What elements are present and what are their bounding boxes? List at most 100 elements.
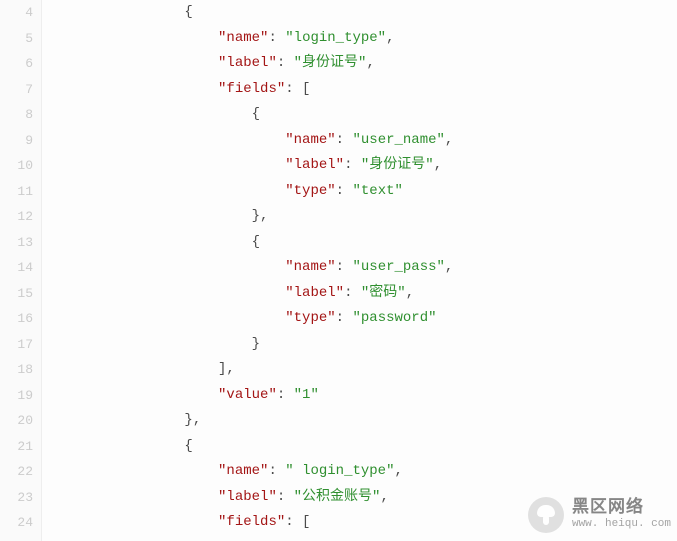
json-string: "1" <box>294 387 319 403</box>
json-punct: : <box>277 387 294 403</box>
json-key: "fields" <box>218 81 285 97</box>
code-line[interactable]: "name": "user_name", <box>50 128 677 154</box>
json-punct: }, <box>252 208 269 224</box>
line-number: 19 <box>0 383 33 409</box>
line-number: 14 <box>0 255 33 281</box>
code-line[interactable]: "type": "text" <box>50 179 677 205</box>
code-line[interactable]: { <box>50 0 677 26</box>
line-number: 13 <box>0 230 33 256</box>
code-line[interactable]: "name": "login_type", <box>50 26 677 52</box>
code-area[interactable]: { "name": "login_type", "label": "身份证号",… <box>50 0 677 536</box>
line-number: 6 <box>0 51 33 77</box>
json-key: "value" <box>218 387 277 403</box>
json-punct: : <box>277 489 294 505</box>
json-punct: { <box>184 438 192 454</box>
json-punct: : <box>336 259 353 275</box>
json-punct: { <box>252 234 260 250</box>
line-number: 23 <box>0 485 33 511</box>
code-line[interactable]: }, <box>50 408 677 434</box>
json-punct: , <box>366 55 374 71</box>
line-number: 9 <box>0 128 33 154</box>
code-line[interactable]: "fields": [ <box>50 77 677 103</box>
code-line[interactable]: "name": " login_type", <box>50 459 677 485</box>
json-punct: : <box>268 30 285 46</box>
json-punct: , <box>445 259 453 275</box>
json-key: "name" <box>285 132 335 148</box>
json-punct: , <box>380 489 388 505</box>
json-punct: }, <box>184 412 201 428</box>
code-line[interactable]: "label": "身份证号", <box>50 153 677 179</box>
json-key: "name" <box>285 259 335 275</box>
json-punct: , <box>386 30 394 46</box>
code-line[interactable]: { <box>50 102 677 128</box>
code-line[interactable]: "name": "user_pass", <box>50 255 677 281</box>
line-number: 20 <box>0 408 33 434</box>
json-punct: : <box>268 463 285 479</box>
json-key: "type" <box>285 310 335 326</box>
json-punct: { <box>252 106 260 122</box>
line-number-gutter: 456789101112131415161718192021222324 <box>0 0 42 541</box>
json-punct: : <box>344 285 361 301</box>
json-punct: : <box>336 132 353 148</box>
json-string: "密码" <box>361 285 406 301</box>
line-number: 16 <box>0 306 33 332</box>
json-punct: : [ <box>285 514 310 530</box>
code-line[interactable]: "value": "1" <box>50 383 677 409</box>
line-number: 8 <box>0 102 33 128</box>
json-string: "text" <box>352 183 402 199</box>
json-key: "type" <box>285 183 335 199</box>
watermark: 黑区网络 www. heiqu. com <box>528 497 671 533</box>
json-key: "label" <box>285 285 344 301</box>
line-number: 24 <box>0 510 33 536</box>
watermark-title: 黑区网络 <box>572 500 671 519</box>
line-number: 11 <box>0 179 33 205</box>
json-key: "label" <box>218 55 277 71</box>
code-line[interactable]: { <box>50 230 677 256</box>
line-number: 22 <box>0 459 33 485</box>
code-line[interactable]: ], <box>50 357 677 383</box>
json-key: "label" <box>218 489 277 505</box>
json-key: "fields" <box>218 514 285 530</box>
json-punct: : [ <box>285 81 310 97</box>
json-punct: , <box>445 132 453 148</box>
json-punct: , <box>434 157 442 173</box>
line-number: 18 <box>0 357 33 383</box>
code-line[interactable]: } <box>50 332 677 358</box>
json-string: "公积金账号" <box>294 489 381 505</box>
json-string: " login_type" <box>285 463 394 479</box>
json-punct: : <box>344 157 361 173</box>
line-number: 21 <box>0 434 33 460</box>
line-number: 12 <box>0 204 33 230</box>
json-string: "身份证号" <box>294 55 367 71</box>
json-string: "password" <box>352 310 436 326</box>
json-punct: { <box>184 4 192 20</box>
watermark-url: www. heiqu. com <box>572 518 671 530</box>
json-punct: : <box>336 310 353 326</box>
code-line[interactable]: "label": "密码", <box>50 281 677 307</box>
json-string: "user_pass" <box>352 259 444 275</box>
line-number: 7 <box>0 77 33 103</box>
json-punct: : <box>336 183 353 199</box>
json-string: "身份证号" <box>361 157 434 173</box>
json-punct: : <box>277 55 294 71</box>
code-line[interactable]: }, <box>50 204 677 230</box>
json-string: "login_type" <box>285 30 386 46</box>
line-number: 4 <box>0 0 33 26</box>
line-number: 5 <box>0 26 33 52</box>
line-number: 15 <box>0 281 33 307</box>
json-punct: } <box>252 336 260 352</box>
json-punct: ], <box>218 361 235 377</box>
code-editor[interactable]: 456789101112131415161718192021222324 { "… <box>0 0 677 541</box>
json-punct: , <box>406 285 414 301</box>
code-line[interactable]: { <box>50 434 677 460</box>
code-line[interactable]: "type": "password" <box>50 306 677 332</box>
json-punct: , <box>394 463 402 479</box>
line-number: 17 <box>0 332 33 358</box>
watermark-logo-icon <box>528 497 564 533</box>
json-string: "user_name" <box>352 132 444 148</box>
json-key: "label" <box>285 157 344 173</box>
json-key: "name" <box>218 463 268 479</box>
line-number: 10 <box>0 153 33 179</box>
code-line[interactable]: "label": "身份证号", <box>50 51 677 77</box>
json-key: "name" <box>218 30 268 46</box>
